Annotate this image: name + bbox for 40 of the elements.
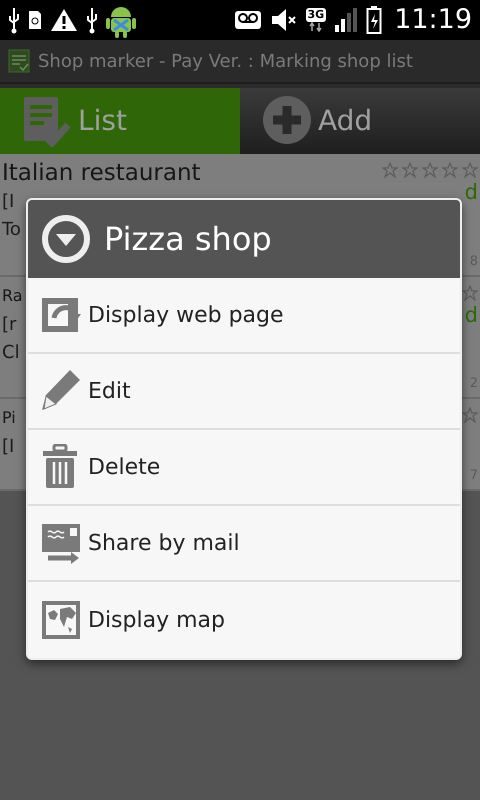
dropdown-circle-icon <box>42 215 90 263</box>
sd-card-icon <box>28 10 42 30</box>
shop-name: Pi <box>2 407 16 429</box>
warning-icon <box>50 8 78 32</box>
usb-icon <box>8 6 20 34</box>
shop-detail: Cl <box>2 341 20 365</box>
shop-detail: [I <box>2 435 14 459</box>
plus-icon <box>262 95 312 147</box>
voicemail-icon <box>234 10 262 30</box>
signal-icon <box>334 7 358 33</box>
menu-item[interactable]: Edit <box>28 354 460 430</box>
visit-status: d <box>464 179 478 206</box>
mute-icon <box>270 7 298 33</box>
star-icon <box>402 162 418 178</box>
dialog-title: Pizza shop <box>104 219 272 260</box>
star-icon <box>462 285 478 301</box>
menu-item[interactable]: Display web page <box>28 278 460 354</box>
menu-item[interactable]: Share by mail <box>28 506 460 582</box>
visit-status: d <box>464 302 478 329</box>
checklist-icon <box>22 95 72 147</box>
network-type-label: 3G <box>306 8 326 22</box>
star-icon <box>462 162 478 178</box>
shop-name: Ra <box>2 285 23 307</box>
menu-item[interactable]: Display map <box>28 582 460 658</box>
star-icon <box>462 407 478 423</box>
star-icon <box>382 162 398 178</box>
battery-icon <box>366 5 382 35</box>
checklist-icon <box>8 49 30 73</box>
shop-detail: [r <box>2 313 16 337</box>
shop-detail: [I <box>2 190 14 214</box>
data-arrows-icon <box>308 22 323 32</box>
clock-time: 11:19 <box>394 2 472 37</box>
tab[interactable]: Add <box>240 88 480 154</box>
usb-icon <box>86 6 98 34</box>
shop-name: Italian restaurant <box>2 159 201 188</box>
star-icon <box>442 162 458 178</box>
shop-detail: To <box>2 218 21 242</box>
app-title: Shop marker - Pay Ver. : Marking shop list <box>38 50 413 74</box>
menu-item[interactable]: Delete <box>28 430 460 506</box>
star-icon <box>422 162 438 178</box>
